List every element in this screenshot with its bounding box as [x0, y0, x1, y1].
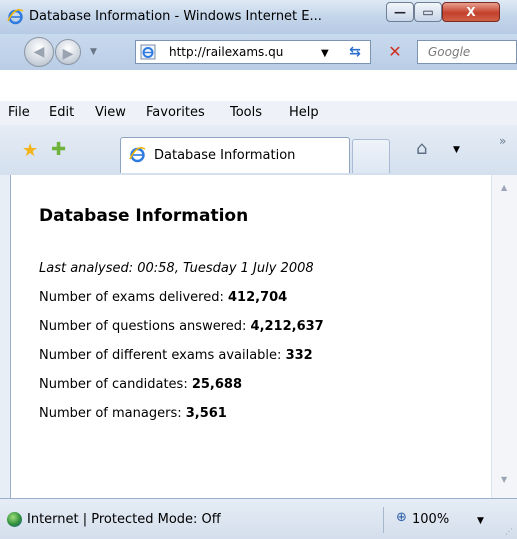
stat-candidates: Number of candidates: 25,688 — [39, 377, 242, 392]
page-icon — [140, 44, 156, 60]
stat-value: 4,212,637 — [250, 319, 324, 334]
maximize-button[interactable]: ▭ — [414, 2, 442, 22]
navigation-bar: ◀ ▶ ▼ http://railexams.qu ▼ ⇆ ✕ Google — [0, 34, 517, 70]
last-analysed-text: Last analysed: 00:58, Tuesday 1 July 200… — [39, 261, 314, 276]
internet-globe-icon — [7, 512, 22, 527]
stat-questions-answered: Number of questions answered: 4,212,637 — [39, 319, 324, 334]
menu-bar: File Edit View Favorites Tools Help — [0, 101, 517, 126]
menu-view[interactable]: View — [95, 105, 126, 120]
search-input[interactable]: Google — [417, 40, 517, 64]
status-bar: Internet | Protected Mode: Off ⊕ 100% ▼ … — [0, 498, 517, 539]
menu-favorites[interactable]: Favorites — [146, 105, 205, 120]
stat-exams-delivered: Number of exams delivered: 412,704 — [39, 290, 287, 305]
back-arrow-icon: ◀ — [33, 44, 45, 60]
favorites-star-icon[interactable]: ★ — [22, 140, 38, 161]
back-button[interactable]: ◀ — [24, 37, 54, 67]
browser-window: Database Information - Windows Internet … — [0, 0, 517, 539]
search-placeholder: Google — [428, 45, 471, 59]
content-left-gutter — [0, 175, 10, 498]
scroll-up-icon[interactable]: ▲ — [501, 183, 507, 192]
refresh-icon[interactable]: ⇆ — [344, 40, 366, 64]
add-favorites-icon[interactable]: ✚ — [51, 139, 66, 160]
close-button[interactable]: X — [442, 2, 500, 22]
stat-label: Number of exams delivered: — [39, 290, 229, 305]
menu-tools[interactable]: Tools — [230, 105, 262, 120]
menu-file[interactable]: File — [8, 105, 30, 120]
stat-value: 332 — [285, 348, 313, 363]
home-dropdown[interactable]: ▼ — [453, 145, 460, 155]
maximize-icon: ▭ — [422, 5, 434, 19]
zoom-level[interactable]: 100% — [412, 512, 449, 527]
status-divider — [383, 507, 384, 533]
minimize-icon: — — [394, 5, 406, 19]
tab-bar: ★ ✚ Database Information ⌂ ▼ » — [0, 125, 517, 176]
minimize-button[interactable]: — — [386, 2, 414, 22]
title-bar[interactable]: Database Information - Windows Internet … — [0, 0, 517, 34]
forward-arrow-icon: ▶ — [62, 46, 74, 62]
menu-help[interactable]: Help — [289, 105, 319, 120]
stat-label: Number of managers: — [39, 406, 186, 421]
address-dropdown[interactable]: ▼ — [321, 48, 329, 59]
window-title: Database Information - Windows Internet … — [29, 9, 322, 24]
stat-label: Number of candidates: — [39, 377, 192, 392]
resize-grip-icon[interactable]: ⋰ — [505, 527, 513, 536]
menu-edit[interactable]: Edit — [49, 105, 74, 120]
forward-button[interactable]: ▶ — [55, 39, 81, 65]
page-content: Database Information Last analysed: 00:5… — [10, 175, 491, 498]
vertical-scrollbar[interactable]: ▲ ▼ — [491, 175, 517, 498]
address-input[interactable]: http://railexams.qu — [169, 45, 329, 59]
address-bar[interactable]: http://railexams.qu — [135, 40, 371, 64]
stat-value: 25,688 — [191, 377, 243, 392]
home-icon[interactable]: ⌂ — [416, 138, 427, 159]
close-icon: X — [466, 5, 476, 19]
stat-label: Number of different exams available: — [39, 348, 286, 363]
zoom-magnifier-icon[interactable]: ⊕ — [396, 510, 407, 525]
stat-managers: Number of managers: 3,561 — [39, 406, 227, 421]
recent-pages-dropdown[interactable]: ▼ — [90, 47, 97, 57]
stat-label: Number of questions answered: — [39, 319, 251, 334]
page-title: Database Information — [39, 206, 249, 226]
ie-logo-icon — [129, 146, 146, 163]
scroll-down-icon[interactable]: ▼ — [501, 475, 507, 484]
tab-label: Database Information — [154, 148, 296, 163]
stat-value: 3,561 — [185, 406, 227, 421]
more-tools-chevron-icon[interactable]: » — [499, 134, 506, 148]
new-tab-button[interactable] — [352, 139, 390, 173]
tab-database-information[interactable]: Database Information — [120, 137, 350, 173]
security-zone-text[interactable]: Internet | Protected Mode: Off — [27, 512, 221, 527]
zoom-dropdown[interactable]: ▼ — [477, 516, 484, 526]
stop-icon[interactable]: ✕ — [384, 40, 406, 64]
stat-exams-available: Number of different exams available: 332 — [39, 348, 313, 363]
ie-logo-icon — [7, 8, 24, 25]
stat-value: 412,704 — [228, 290, 288, 305]
